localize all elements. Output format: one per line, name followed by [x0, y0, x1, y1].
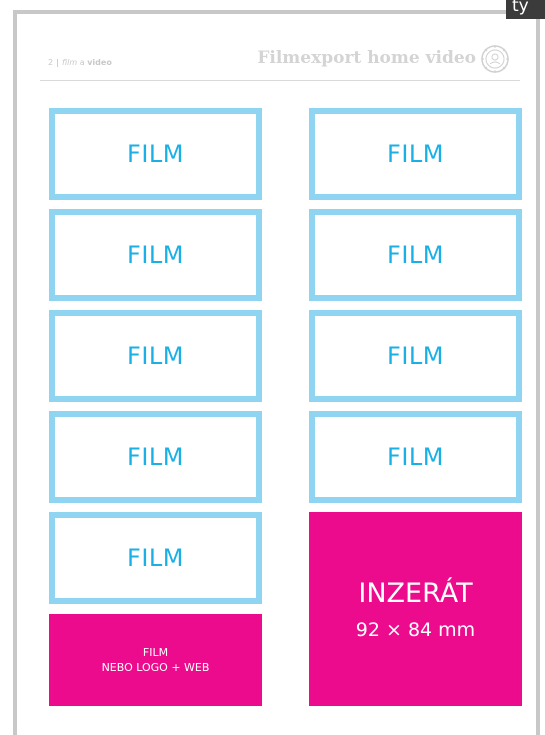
film-box-label: FILM	[127, 544, 184, 572]
frame-left-border	[13, 10, 17, 735]
film-box-9: FILM	[49, 512, 262, 604]
small-ad-slot: FILM NEBO LOGO + WEB	[49, 614, 262, 706]
header-divider	[40, 80, 520, 81]
brand-title: Filmexport home video	[257, 48, 476, 68]
film-box-label: FILM	[127, 241, 184, 269]
film-box-label: FILM	[387, 241, 444, 269]
film-box-6: FILM	[309, 310, 522, 402]
film-box-1: FILM	[49, 108, 262, 200]
large-ad-size: 92 × 84 mm	[355, 618, 476, 641]
film-box-7: FILM	[49, 411, 262, 503]
page-number: 2	[48, 58, 54, 67]
page-info: 2 | film a video	[48, 58, 112, 67]
frame-top-border	[13, 10, 506, 14]
film-box-4: FILM	[309, 209, 522, 301]
film-box-label: FILM	[127, 140, 184, 168]
section-connector: a	[79, 58, 85, 67]
small-ad-line1: FILM	[142, 646, 169, 659]
frame-right-border	[536, 19, 540, 735]
film-box-label: FILM	[387, 342, 444, 370]
page-separator: |	[56, 58, 60, 67]
large-ad-slot: INZERÁT 92 × 84 mm	[309, 512, 522, 706]
corner-tab: ty	[506, 0, 545, 19]
corner-tab-text: ty	[512, 0, 529, 16]
large-ad-title: INZERÁT	[358, 577, 473, 609]
film-box-label: FILM	[127, 342, 184, 370]
film-box-label: FILM	[387, 443, 444, 471]
film-box-8: FILM	[309, 411, 522, 503]
film-box-2: FILM	[309, 108, 522, 200]
film-box-5: FILM	[49, 310, 262, 402]
brand-seal-icon	[481, 45, 509, 73]
page-header: 2 | film a video Filmexport home video	[40, 44, 520, 80]
film-box-label: FILM	[127, 443, 184, 471]
film-box-3: FILM	[49, 209, 262, 301]
section-bold: video	[87, 58, 112, 67]
section-italic: film	[62, 58, 78, 67]
film-box-label: FILM	[387, 140, 444, 168]
small-ad-line2: NEBO LOGO + WEB	[101, 661, 210, 674]
